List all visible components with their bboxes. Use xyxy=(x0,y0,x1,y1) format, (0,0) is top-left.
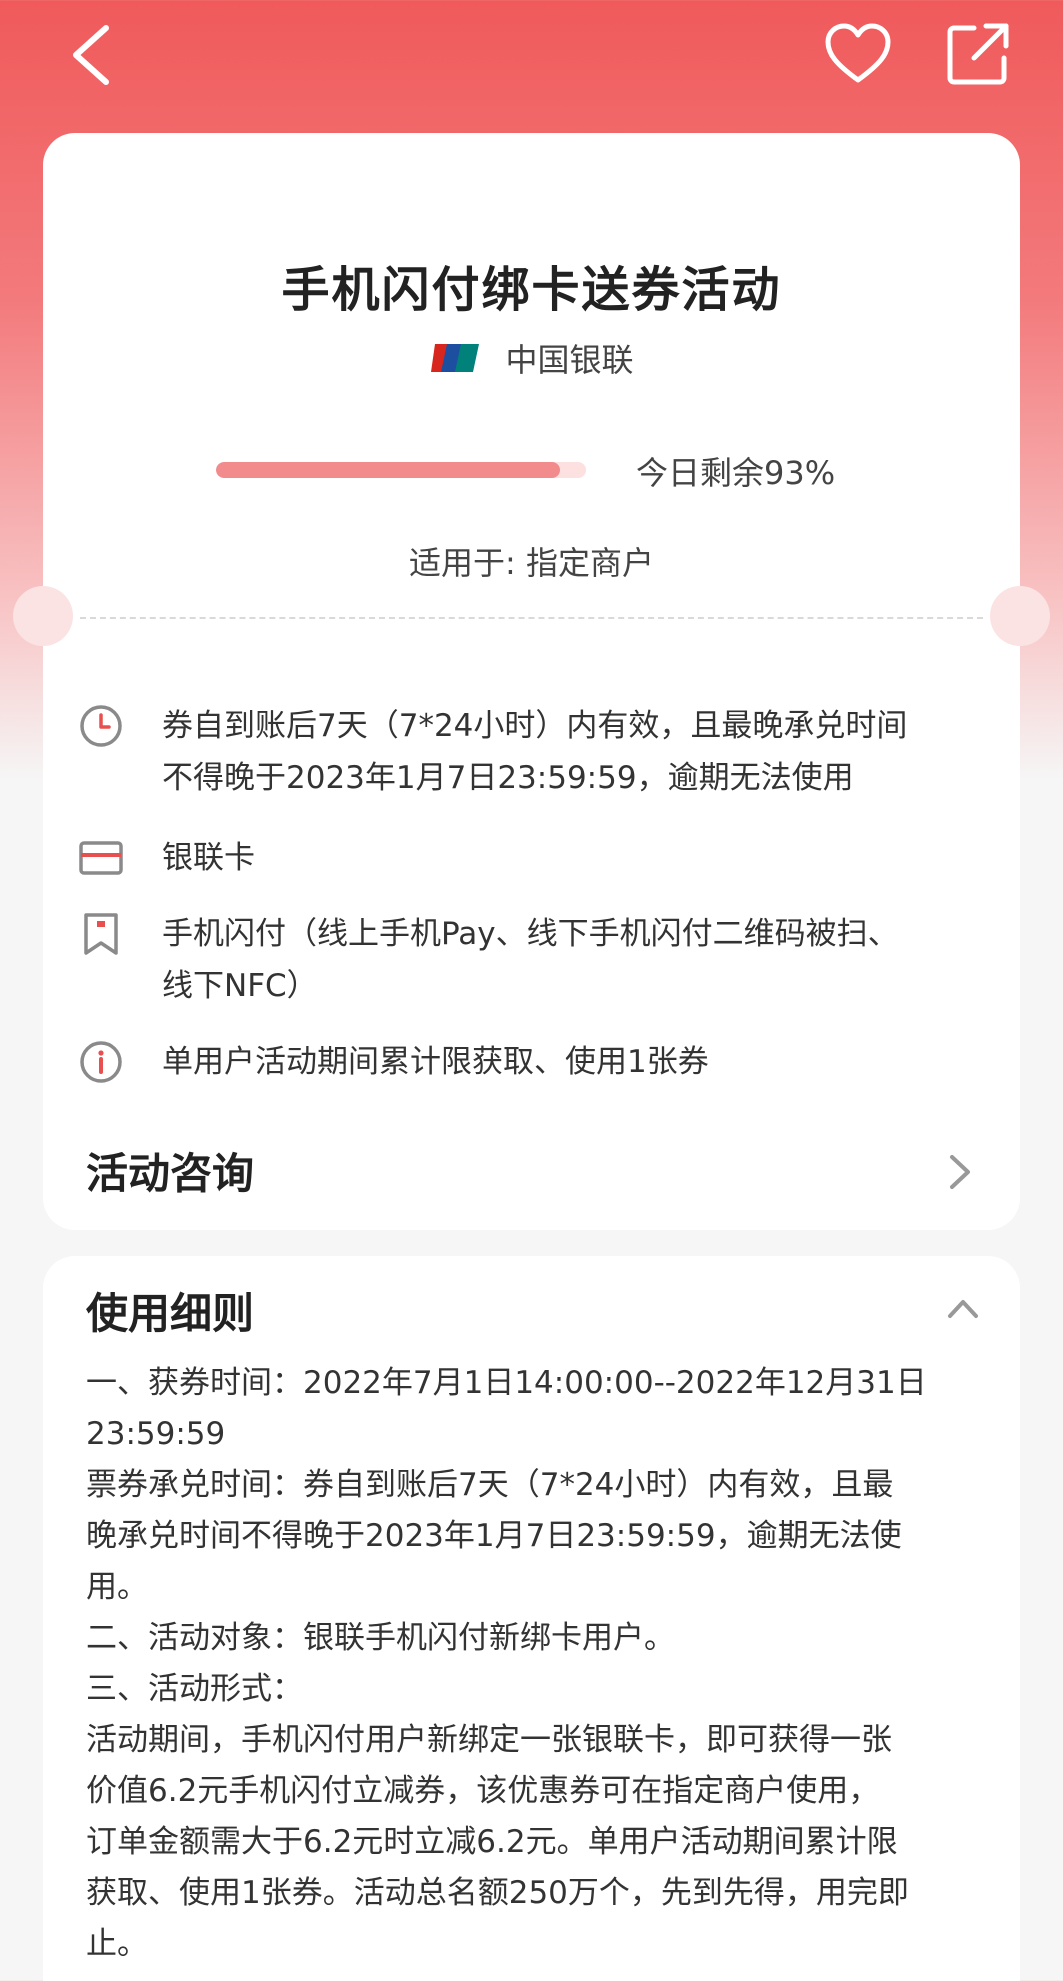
share-icon xyxy=(947,23,1009,85)
chevron-right-icon xyxy=(950,1155,970,1189)
remaining-text: 今日剩余93% xyxy=(636,454,836,492)
unionpay-logo xyxy=(431,344,480,372)
rules-line: 一、获券时间：2022年7月1日14:00:00--2022年12月31日 xyxy=(86,1365,927,1401)
brand-row: 中国银联 xyxy=(0,335,1063,381)
rules-line: 用。 xyxy=(86,1569,148,1605)
bookmark-icon xyxy=(84,913,118,955)
activity-consult-button[interactable]: 活动咨询 xyxy=(86,1140,254,1201)
rules-line: 23:59:59 xyxy=(86,1416,226,1452)
rules-collapse-toggle[interactable] xyxy=(946,1296,980,1320)
rules-title[interactable]: 使用细则 xyxy=(86,1280,254,1341)
info-icon xyxy=(80,1041,122,1083)
rules-line: 订单金额需大于6.2元时立减6.2元。单用户活动期间累计限 xyxy=(86,1824,898,1860)
rules-line: 止。 xyxy=(86,1926,148,1962)
info-text-line: 手机闪付（线上手机Pay、线下手机闪付二维码被扫、 xyxy=(162,916,899,952)
rules-line: 票券承兑时间：券自到账后7天（7*24小时）内有效，且最 xyxy=(86,1467,894,1503)
rules-line: 二、活动对象：银联手机闪付新绑卡用户。 xyxy=(86,1620,675,1656)
card-icon xyxy=(79,841,123,875)
info-text-line: 不得晚于2023年1月7日23:59:59，逾期无法使用 xyxy=(162,760,854,796)
info-text-line: 线下NFC） xyxy=(162,968,318,1004)
back-button[interactable] xyxy=(62,22,122,88)
remaining-progress-bar xyxy=(216,462,586,478)
clock-icon xyxy=(80,705,122,747)
coupon-divider xyxy=(80,617,983,619)
rules-line: 价值6.2元手机闪付立减券，该优惠券可在指定商户使用， xyxy=(86,1773,880,1809)
remaining-progress-fill xyxy=(216,462,561,478)
rules-line: 获取、使用1张券。活动总名额250万个，先到先得，用完即 xyxy=(86,1875,909,1911)
brand-name: 中国银联 xyxy=(505,341,634,379)
info-text-line: 券自到账后7天（7*24小时）内有效，且最晚承兑时间 xyxy=(162,708,908,744)
chevron-up-icon xyxy=(948,1300,978,1318)
info-text-line: 单用户活动期间累计限获取、使用1张券 xyxy=(162,1044,709,1080)
rules-body: 一、获券时间：2022年7月1日14:00:00--2022年12月31日 23… xyxy=(86,1358,986,1970)
activity-consult-arrow[interactable] xyxy=(946,1152,974,1192)
favorite-button[interactable] xyxy=(822,18,894,90)
info-text-line: 银联卡 xyxy=(162,840,255,876)
chevron-left-icon xyxy=(73,25,109,85)
rules-line: 活动期间，手机闪付用户新绑定一张银联卡，即可获得一张 xyxy=(86,1722,892,1758)
heart-icon xyxy=(825,23,891,83)
applies-to-text: 适用于: 指定商户 xyxy=(409,544,654,582)
coupon-title: 手机闪付绑卡送券活动 xyxy=(281,262,782,318)
rules-line: 晚承兑时间不得晚于2023年1月7日23:59:59，逾期无法使 xyxy=(86,1518,902,1554)
top-bar xyxy=(0,0,1063,110)
card-notch-left xyxy=(13,586,73,646)
rules-line: 三、活动形式： xyxy=(86,1671,303,1707)
card-notch-right xyxy=(990,586,1050,646)
share-button[interactable] xyxy=(944,20,1012,88)
